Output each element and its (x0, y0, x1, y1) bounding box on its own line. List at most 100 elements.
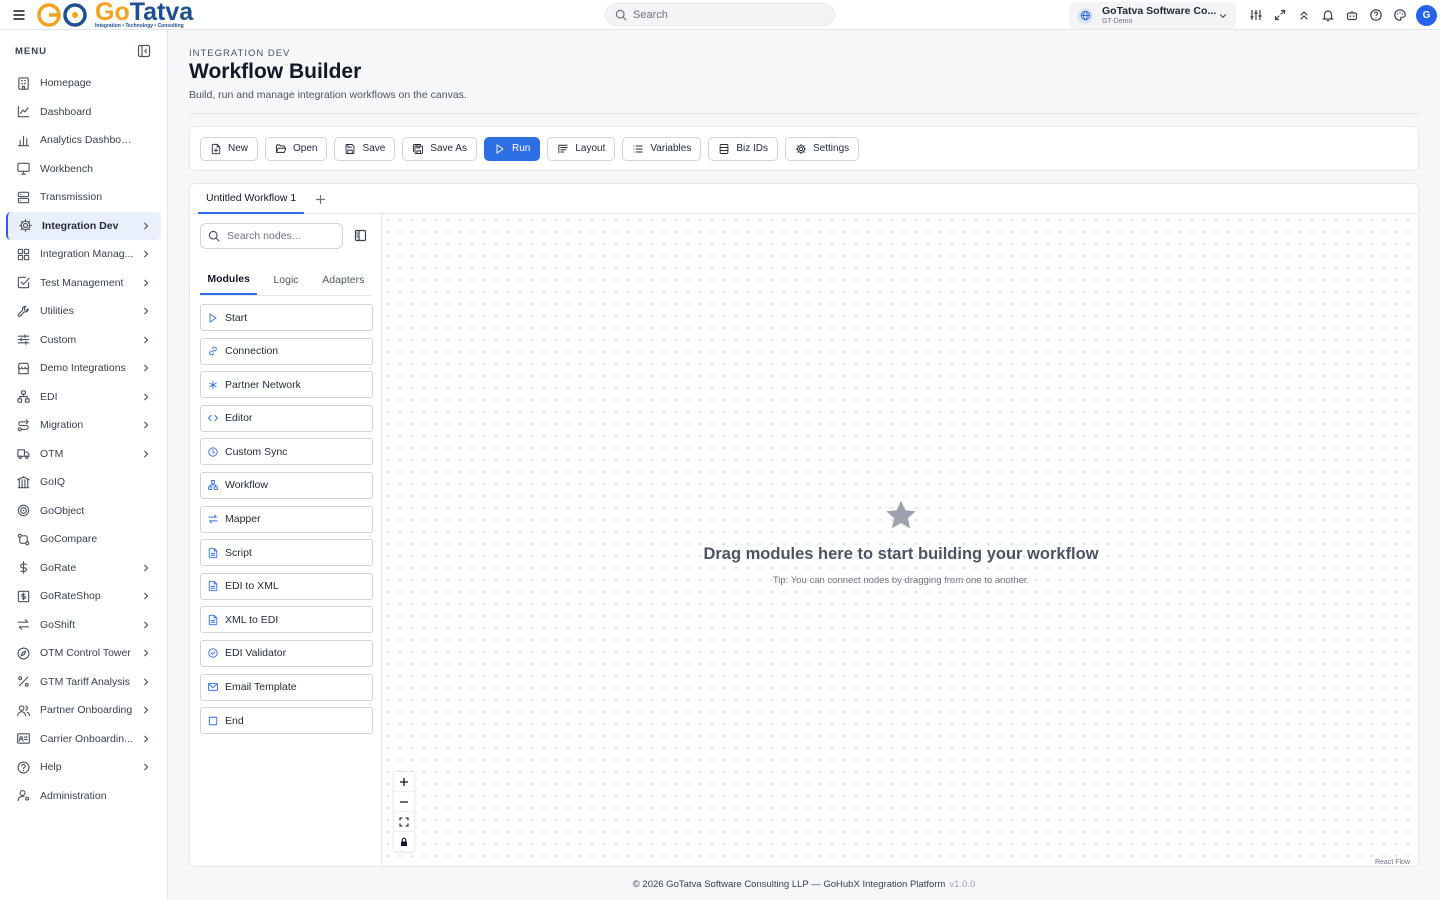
module-label: Custom Sync (225, 445, 288, 458)
sidebar-item-dashboard[interactable]: Dashboard (6, 98, 161, 127)
bot-icon[interactable] (1340, 0, 1364, 30)
tab-adapters[interactable]: Adapters (315, 264, 372, 295)
module-editor[interactable]: Editor (200, 404, 373, 432)
sliders-icon[interactable] (1244, 0, 1268, 30)
chevron-right-icon (141, 449, 151, 459)
module-label: Connection (225, 345, 279, 358)
layout-icon (557, 143, 569, 155)
code-icon (207, 412, 219, 424)
org-code: GT-Demo (1102, 18, 1133, 26)
building-icon (15, 75, 31, 91)
module-connection[interactable]: Connection (200, 337, 373, 365)
file-text-icon (207, 547, 219, 559)
file-text-icon (207, 580, 219, 592)
sidebar-item-help[interactable]: Help (6, 753, 161, 782)
org-switcher[interactable]: GoTatva Software Co... GT-Demo (1069, 2, 1236, 29)
search-input[interactable] (633, 8, 813, 21)
node-search[interactable] (200, 223, 343, 249)
variables-button[interactable]: Variables (622, 136, 702, 161)
palette-icon[interactable] (1388, 0, 1412, 30)
module-mapper[interactable]: Mapper (200, 505, 373, 533)
tab-modules[interactable]: Modules (200, 264, 258, 295)
panel-toggle-icon[interactable] (354, 229, 367, 242)
save-as-button[interactable]: Save As (402, 136, 477, 161)
sidebar-item-gocompare[interactable]: GoCompare (6, 525, 161, 554)
sidebar-item-homepage[interactable]: Homepage (6, 69, 161, 98)
sidebar-item-integration-dev[interactable]: Integration Dev (6, 211, 161, 240)
sidebar-item-edi[interactable]: EDI (6, 383, 161, 412)
search-icon (208, 230, 220, 242)
sidebar-item-label: Analytics Dashboard (40, 134, 134, 147)
sidebar: MENU Homepage Dashboard Analytics Dashboar… (0, 30, 168, 900)
user-avatar[interactable]: G (1416, 4, 1437, 26)
sidebar-item-goobject[interactable]: GoObject (6, 497, 161, 526)
lock-icon[interactable] (394, 832, 414, 852)
layout-button[interactable]: Layout (547, 136, 616, 161)
zoom-in-icon[interactable] (394, 772, 414, 792)
chevron-right-icon (141, 620, 151, 630)
sidebar-item-gorate[interactable]: GoRate (6, 554, 161, 583)
sidebar-item-migration[interactable]: Migration (6, 411, 161, 440)
sidebar-item-label: Homepage (40, 77, 92, 90)
sidebar-item-analytics-dashboard[interactable]: Analytics Dashboard (6, 126, 161, 155)
sidebar-item-goshift[interactable]: GoShift (6, 611, 161, 640)
link-icon (207, 345, 219, 357)
module-start[interactable]: Start (200, 304, 373, 331)
sidebar-item-workbench[interactable]: Workbench (6, 155, 161, 184)
chevron-right-icon (141, 249, 151, 259)
sidebar-item-gorateshop[interactable]: GoRateShop (6, 582, 161, 611)
main-content: INTEGRATION DEV Workflow Builder Build, … (168, 30, 1440, 900)
module-workflow[interactable]: Workflow (200, 471, 373, 499)
module-end[interactable]: End (200, 707, 373, 735)
chevron-right-icon (141, 363, 151, 373)
module-custom-sync[interactable]: Custom Sync (200, 438, 373, 466)
sidebar-item-utilities[interactable]: Utilities (6, 297, 161, 326)
global-search[interactable] (605, 3, 835, 26)
module-email-template[interactable]: Email Template (200, 673, 373, 701)
collapse-sidebar-icon[interactable] (137, 44, 151, 58)
sidebar-item-custom[interactable]: Custom (6, 326, 161, 355)
sidebar-item-transmission[interactable]: Transmission (6, 183, 161, 212)
sidebar-item-administration[interactable]: Administration (6, 782, 161, 811)
biz-ids-button[interactable]: Biz IDs (708, 136, 778, 161)
hamburger-menu-icon[interactable] (11, 7, 27, 23)
workflow-tab[interactable]: Untitled Workflow 1 (198, 184, 305, 214)
gotatva-logo[interactable]: GoTatva Integration • Technology • Consu… (35, 0, 195, 30)
module-script[interactable]: Script (200, 539, 373, 567)
sidebar-item-otm[interactable]: OTM (6, 440, 161, 469)
module-edi-validator[interactable]: EDI Validator (200, 639, 373, 667)
module-partner-network[interactable]: Partner Network (200, 371, 373, 399)
save-button[interactable]: Save (334, 136, 396, 161)
header-divider (189, 113, 1420, 114)
wrench-icon (15, 303, 31, 319)
help-icon[interactable] (1364, 0, 1388, 30)
sidebar-item-demo-integrations[interactable]: Demo Integrations (6, 354, 161, 383)
open-button[interactable]: Open (265, 136, 328, 161)
asterisk-icon (207, 379, 219, 391)
tab-logic[interactable]: Logic (257, 264, 314, 295)
sidebar-item-goiq[interactable]: GoIQ (6, 468, 161, 497)
workflow-canvas[interactable]: Drag modules here to start building your… (382, 214, 1418, 866)
node-palette: Modules Logic Adapters Start Connection Pa… (190, 214, 382, 866)
settings-button[interactable]: Settings (785, 136, 860, 161)
sidebar-item-gtm-tariff-analysis[interactable]: GTM Tariff Analysis (6, 668, 161, 697)
sidebar-item-test-management[interactable]: Test Management (6, 269, 161, 298)
run-button[interactable]: Run (483, 136, 541, 161)
sidebar-item-integration-manag[interactable]: Integration Manag... (6, 240, 161, 269)
add-tab-plus-icon[interactable] (312, 191, 328, 207)
module-xml-to-edi[interactable]: XML to EDI (200, 606, 373, 634)
node-search-input[interactable] (227, 230, 337, 242)
sidebar-item-partner-onboarding[interactable]: Partner Onboarding (6, 696, 161, 725)
sidebar-item-otm-control-tower[interactable]: OTM Control Tower (6, 639, 161, 668)
chevrons-up-icon[interactable] (1292, 0, 1316, 30)
sidebar-item-label: Migration (40, 419, 84, 432)
bell-icon[interactable] (1316, 0, 1340, 30)
zoom-out-icon[interactable] (394, 792, 414, 812)
sidebar-item-label: Test Management (40, 276, 124, 289)
react-flow-attribution[interactable]: React Flow (1375, 859, 1410, 866)
fit-view-icon[interactable] (394, 812, 414, 832)
expand-icon[interactable] (1268, 0, 1292, 30)
new-button[interactable]: New (200, 136, 259, 161)
sidebar-item-carrier-onboardin[interactable]: Carrier Onboardin... (6, 725, 161, 754)
module-edi-to-xml[interactable]: EDI to XML (200, 572, 373, 600)
